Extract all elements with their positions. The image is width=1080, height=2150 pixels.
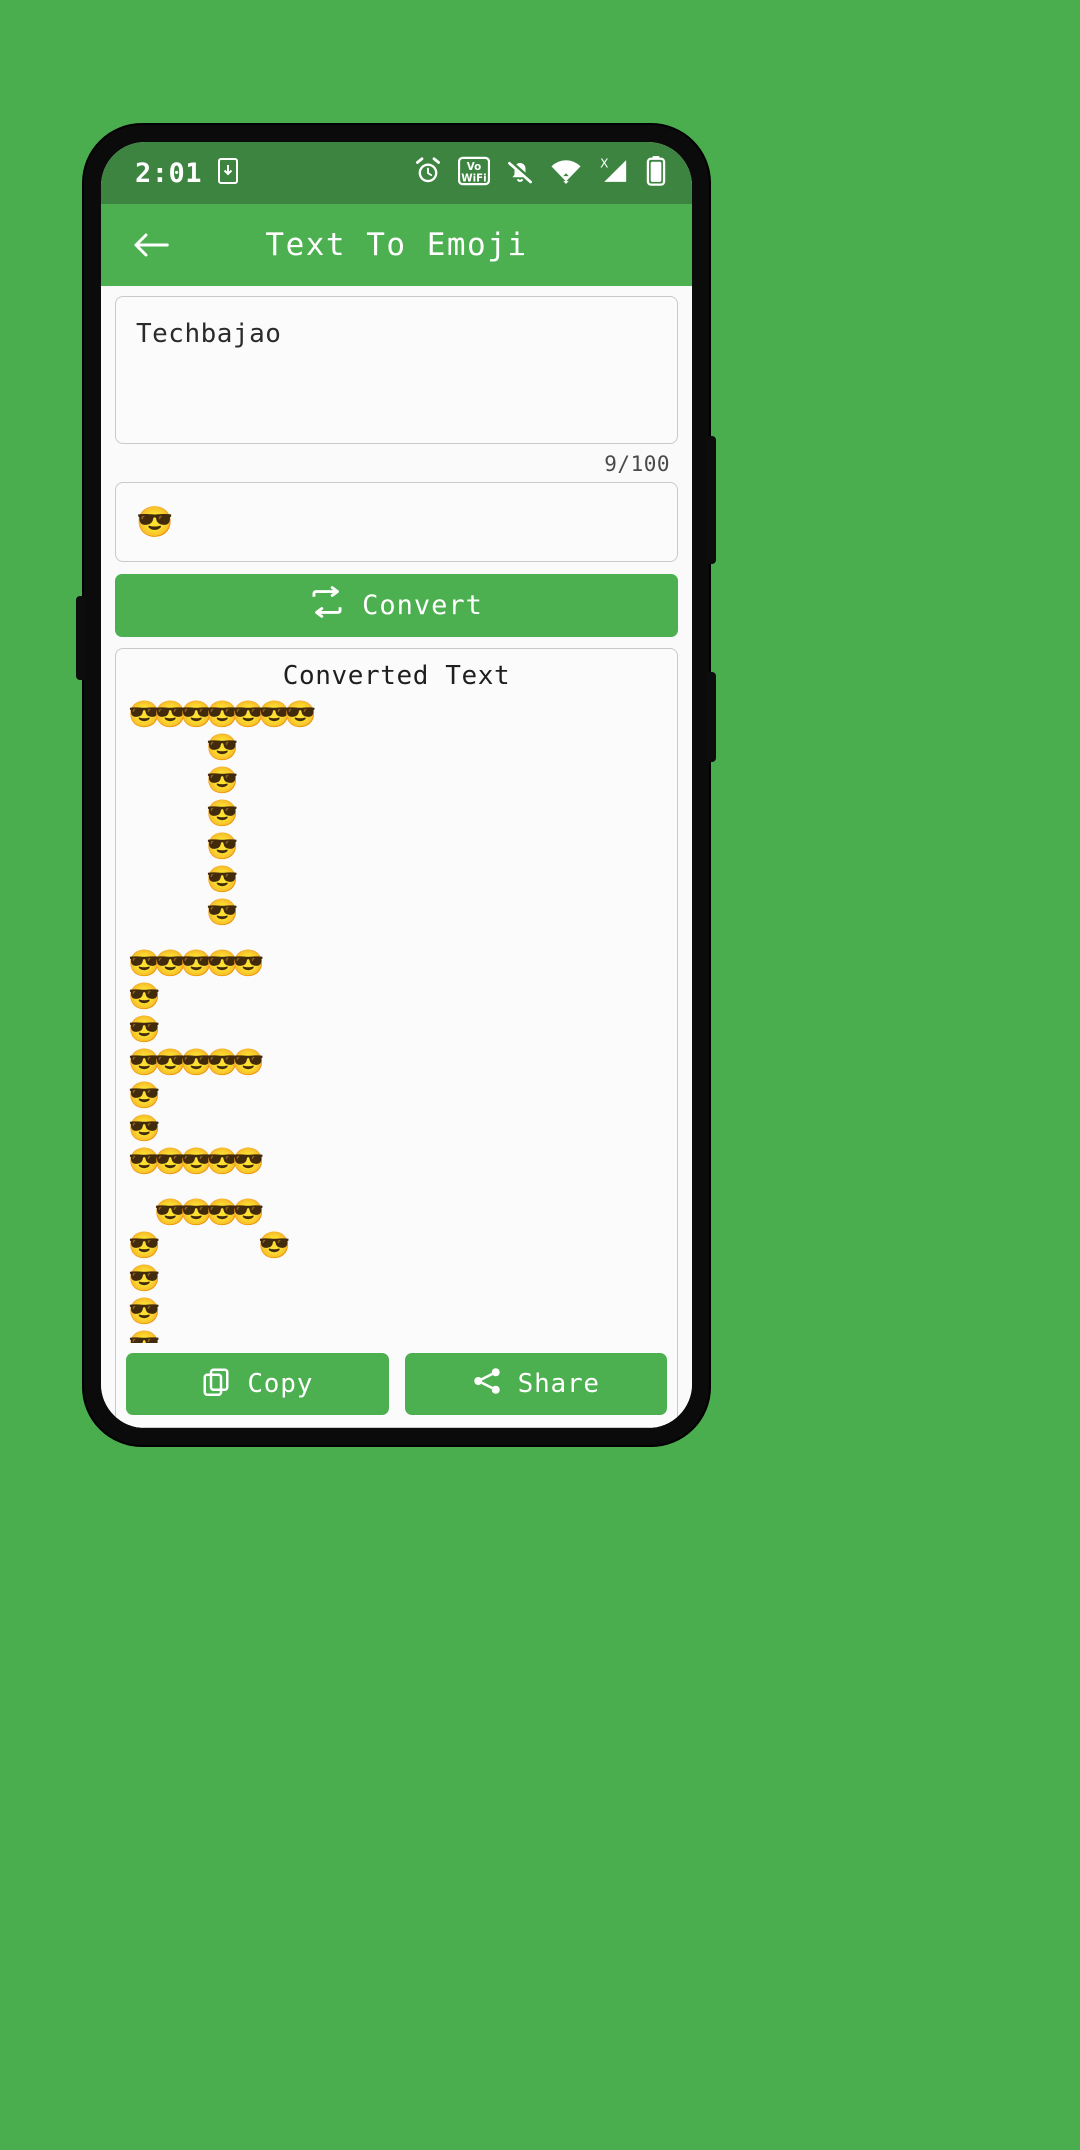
- phone-download-icon: [218, 158, 239, 188]
- status-bar: 2:01 Vo WiFi X: [101, 142, 692, 204]
- arrow-left-icon[interactable]: [125, 219, 177, 271]
- repeat-icon: [310, 586, 344, 625]
- status-bar-right: Vo WiFi X: [413, 156, 666, 190]
- text-input[interactable]: Techbajao: [115, 296, 678, 444]
- emoji-row: 😎: [206, 865, 239, 895]
- action-row: Copy Share: [116, 1343, 677, 1427]
- bell-muted-icon: [505, 156, 535, 190]
- phone-screen: 2:01 Vo WiFi X Text To Emoji Techbajao 9…: [101, 142, 692, 1428]
- left-edge-button[interactable]: [76, 596, 86, 680]
- emoji-letter-e: 😎😎😎😎😎 😎 😎 😎😎😎😎😎 😎 😎 😎😎😎😎😎: [128, 948, 667, 1179]
- converted-text-output[interactable]: 😎😎😎😎😎😎😎 😎 😎 😎 😎 😎 😎 😎😎😎😎😎 😎 😎 😎😎😎😎😎 😎 😎 😎😎…: [116, 697, 677, 1343]
- emoji-letter-c: 😎😎😎😎 😎 😎😎 😎 😎 😎 😎 😎😎😎😎: [128, 1197, 667, 1343]
- copy-icon: [201, 1366, 231, 1403]
- emoji-row: 😎😎😎😎😎: [128, 1147, 265, 1177]
- emoji-row: 😎😎😎😎😎: [128, 949, 265, 979]
- convert-button-label: Convert: [362, 590, 483, 621]
- wifi-icon: [550, 157, 582, 189]
- power-button[interactable]: [706, 436, 716, 564]
- emoji-input[interactable]: 😎: [115, 482, 678, 562]
- copy-button[interactable]: Copy: [126, 1353, 389, 1415]
- result-title: Converted Text: [282, 661, 511, 691]
- alarm-icon: [413, 156, 443, 190]
- emoji-row: 😎: [206, 799, 239, 829]
- emoji-row: 😎 😎: [128, 1231, 291, 1261]
- emoji-row: 😎: [206, 733, 239, 763]
- emoji-row: 😎: [128, 982, 161, 1012]
- svg-text:WiFi: WiFi: [461, 172, 486, 184]
- emoji-row: 😎: [206, 766, 239, 796]
- share-button-label: Share: [517, 1369, 600, 1399]
- emoji-row: 😎: [128, 1081, 161, 1111]
- battery-icon: [646, 156, 666, 190]
- emoji-row: 😎😎😎😎😎: [128, 1048, 265, 1078]
- volume-button[interactable]: [706, 672, 716, 762]
- signal-no-service-icon: X: [597, 156, 631, 190]
- result-panel: Converted Text 😎😎😎😎😎😎😎 😎 😎 😎 😎 😎 😎 😎😎😎😎😎…: [115, 648, 678, 1428]
- copy-button-label: Copy: [247, 1369, 314, 1399]
- emoji-row: 😎😎😎😎😎😎😎: [128, 700, 317, 730]
- emoji-row: 😎: [128, 1264, 161, 1294]
- main-content: Techbajao 9/100 😎 Convert Converted Text…: [101, 286, 692, 1428]
- emoji-letter-t: 😎😎😎😎😎😎😎 😎 😎 😎 😎 😎 😎: [128, 699, 667, 930]
- emoji-row: 😎: [206, 832, 239, 862]
- emoji-row: 😎: [206, 898, 239, 928]
- share-icon: [472, 1366, 502, 1403]
- emoji-row: 😎😎😎😎: [154, 1198, 265, 1228]
- emoji-row: 😎: [128, 1329, 667, 1343]
- vowifi-icon: Vo WiFi: [457, 156, 491, 190]
- character-counter: 9/100: [604, 452, 670, 476]
- svg-text:Vo: Vo: [467, 161, 481, 173]
- convert-button[interactable]: Convert: [115, 574, 678, 637]
- share-button[interactable]: Share: [404, 1353, 667, 1415]
- emoji-row: 😎: [128, 1114, 161, 1144]
- app-bar: Text To Emoji: [101, 204, 692, 286]
- svg-text:X: X: [600, 156, 608, 170]
- status-time: 2:01: [135, 157, 203, 189]
- emoji-row: 😎: [128, 1297, 161, 1327]
- page-title: Text To Emoji: [265, 227, 528, 263]
- status-bar-left: 2:01: [135, 158, 413, 189]
- emoji-row: 😎: [128, 1015, 161, 1045]
